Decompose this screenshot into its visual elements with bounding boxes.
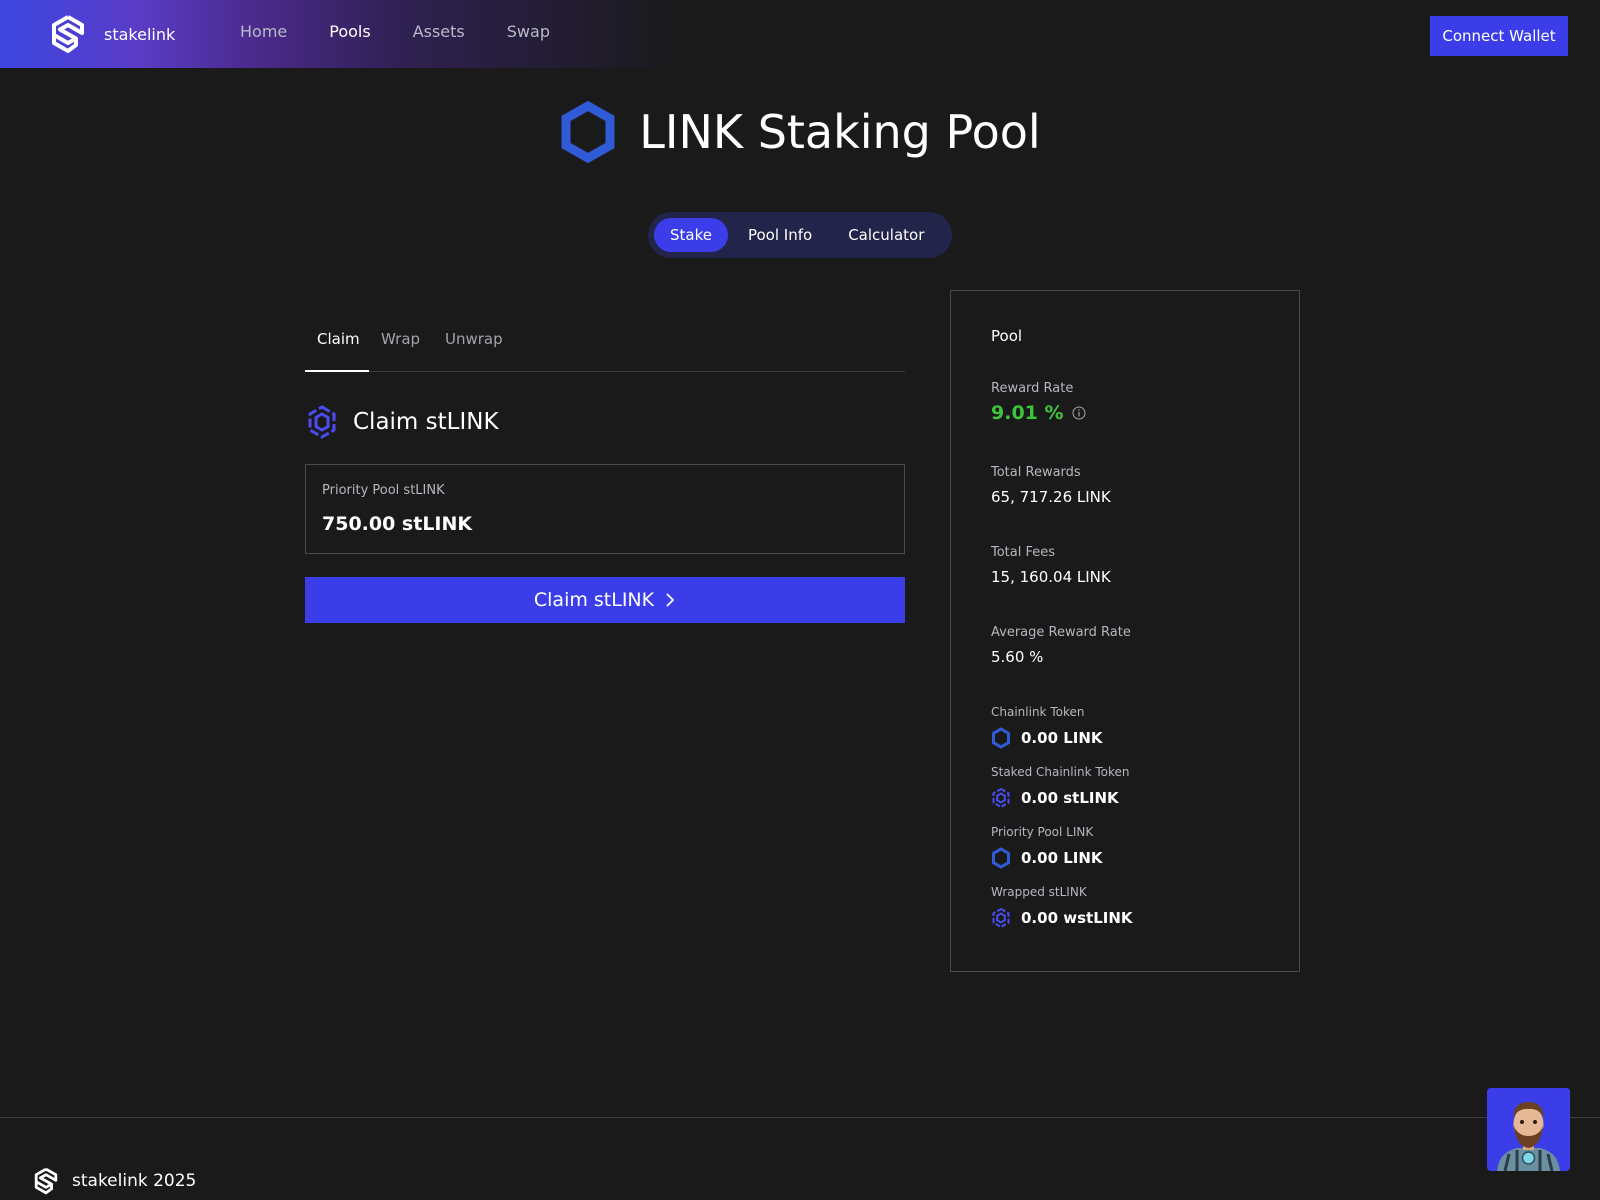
token-value: 0.00 LINK	[1021, 729, 1103, 747]
token-chainlink: Chainlink Token 0.00 LINK	[991, 705, 1103, 749]
claim-button-label: Claim stLINK	[533, 589, 655, 611]
claim-heading: Claim stLINK	[305, 404, 499, 440]
pool-panel: Pool Reward Rate 9.01 % Total Rewards 65…	[950, 290, 1300, 972]
avatar-icon	[1487, 1088, 1570, 1171]
token-label: Staked Chainlink Token	[991, 765, 1130, 779]
stat-value: 5.60 %	[991, 648, 1044, 666]
token-value: 0.00 stLINK	[1021, 789, 1119, 807]
stat-label: Total Fees	[991, 545, 1056, 560]
link-hexagon-icon	[992, 727, 1010, 749]
reward-rate-value: 9.01 %	[991, 402, 1064, 424]
token-value: 0.00 LINK	[1021, 849, 1103, 867]
token-priority-pool-link: Priority Pool LINK 0.00 LINK	[991, 825, 1103, 869]
stakelink-logo-icon	[34, 1167, 58, 1195]
token-staked-chainlink: Staked Chainlink Token 0.00 stLINK	[991, 765, 1129, 809]
active-tab-indicator	[305, 370, 369, 372]
balance-value: 750.00 stLINK	[322, 513, 473, 535]
subtab-wrap[interactable]: Wrap	[381, 330, 420, 348]
pool-panel-title: Pool	[991, 327, 1023, 345]
support-avatar[interactable]	[1487, 1088, 1570, 1171]
subtab-unwrap[interactable]: Unwrap	[445, 330, 503, 348]
tab-stake[interactable]: Stake	[654, 218, 728, 252]
brand-name: stakelink	[104, 24, 176, 44]
stat-label: Reward Rate	[991, 381, 1074, 396]
tab-pool-info[interactable]: Pool Info	[732, 218, 828, 252]
nav-swap[interactable]: Swap	[507, 22, 550, 41]
stat-value: 9.01 %	[991, 402, 1086, 424]
link-hexagon-icon	[561, 101, 615, 163]
balance-label: Priority Pool stLINK	[322, 483, 445, 498]
token-label: Wrapped stLINK	[991, 885, 1087, 899]
nav-assets[interactable]: Assets	[413, 22, 465, 41]
tab-calculator[interactable]: Calculator	[832, 218, 940, 252]
main-tabs: Stake Pool Info Calculator	[648, 212, 952, 258]
page-title-text: LINK Staking Pool	[639, 105, 1041, 159]
token-value: 0.00 wstLINK	[1021, 909, 1133, 927]
token-wrapped-stlink: Wrapped stLINK 0.00 wstLINK	[991, 885, 1133, 929]
stat-total-fees: Total Fees 15, 160.04 LINK	[991, 545, 1111, 586]
info-icon[interactable]	[1072, 406, 1086, 420]
nav-pools[interactable]: Pools	[329, 22, 370, 41]
stat-total-rewards: Total Rewards 65, 717.26 LINK	[991, 465, 1111, 506]
stat-value: 65, 717.26 LINK	[991, 488, 1111, 506]
token-label: Chainlink Token	[991, 705, 1085, 719]
claim-heading-text: Claim stLINK	[353, 409, 499, 435]
footer-divider	[0, 1117, 1600, 1118]
claim-stlink-button[interactable]: Claim stLINK	[305, 577, 905, 623]
stlink-icon	[992, 907, 1010, 929]
stat-reward-rate: Reward Rate 9.01 %	[991, 381, 1086, 424]
token-label: Priority Pool LINK	[991, 825, 1094, 839]
priority-pool-balance: Priority Pool stLINK 750.00 stLINK	[305, 464, 905, 554]
stat-label: Average Reward Rate	[991, 625, 1131, 640]
stlink-icon	[308, 405, 336, 439]
subtab-claim[interactable]: Claim	[317, 330, 360, 348]
footer-brand: stakelink 2025	[32, 1164, 196, 1198]
page-title: LINK Staking Pool	[0, 100, 1600, 164]
brand-logo[interactable]: stakelink	[48, 14, 175, 54]
main-nav: Home Pools Assets Swap	[240, 22, 550, 41]
footer-brand-text: stakelink 2025	[72, 1171, 197, 1191]
stakelink-logo-icon	[52, 15, 84, 53]
chevron-right-icon	[666, 593, 675, 607]
link-hexagon-icon	[992, 847, 1010, 869]
top-header: stakelink Home Pools Assets Swap Connect…	[0, 0, 1600, 68]
connect-wallet-button[interactable]: Connect Wallet	[1430, 16, 1568, 56]
sub-tabs: Claim Wrap Unwrap	[305, 322, 905, 372]
stlink-icon	[992, 787, 1010, 809]
stat-value: 15, 160.04 LINK	[991, 568, 1111, 586]
stat-label: Total Rewards	[991, 465, 1081, 480]
nav-home[interactable]: Home	[240, 22, 287, 41]
stat-average-reward-rate: Average Reward Rate 5.60 %	[991, 625, 1131, 666]
